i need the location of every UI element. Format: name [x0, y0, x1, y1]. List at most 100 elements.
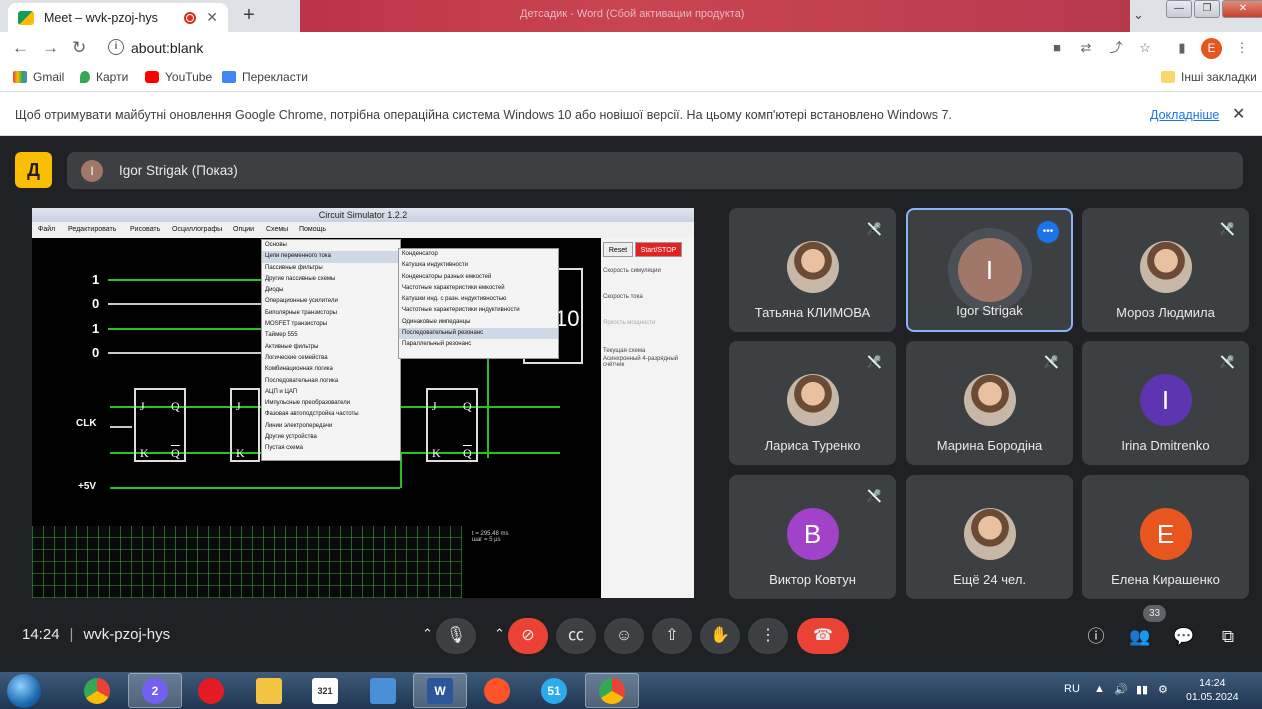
other-bookmarks[interactable]: Інші закладки	[1161, 70, 1257, 84]
presenter-avatar: I	[81, 160, 103, 182]
ac-submenu-item[interactable]: Конденсатор	[399, 249, 558, 260]
close-window-button[interactable]: ✕	[1222, 0, 1262, 18]
bookmark-youtube[interactable]: YouTube	[145, 70, 212, 84]
camera-off-button[interactable]: ⊘	[508, 618, 548, 654]
circuits-menu-item[interactable]: Импульсные преобразователи	[262, 398, 400, 409]
chat-icon[interactable]: 💬	[1173, 626, 1195, 648]
circuits-menu-item[interactable]: Цепи переменного тока	[262, 251, 400, 263]
raise-hand-button[interactable]: ✋	[700, 618, 740, 654]
circuits-menu-item[interactable]: Основы	[262, 240, 400, 251]
bookmark-translate[interactable]: Перекласти	[222, 70, 308, 84]
taskbar-telegram[interactable]: 51	[527, 673, 581, 708]
participant-tile[interactable]: E Елена Кирашенко	[1082, 475, 1249, 599]
back-button[interactable]: ←	[12, 38, 29, 58]
more-menu-icon[interactable]: ⋮	[1234, 41, 1250, 55]
shared-screen[interactable]: Circuit Simulator 1.2.2 Файл Редактирова…	[32, 208, 694, 598]
ac-submenu-item[interactable]: Катушки инд. с разн. индуктивностью	[399, 294, 558, 305]
taskbar-word[interactable]: W	[413, 673, 467, 708]
tab-meet[interactable]: Meet – wvk-pzoj-hys ✕	[8, 3, 228, 32]
ac-submenu-item[interactable]: Частотные характеристики емкостей	[399, 283, 558, 294]
tray-app-icon[interactable]: ⚙	[1158, 683, 1168, 696]
infobar-learn-more-link[interactable]: Докладніше	[1150, 108, 1219, 122]
site-info-icon[interactable]: i	[108, 39, 124, 55]
infobar-close-icon[interactable]: ✕	[1232, 104, 1245, 124]
circuits-menu-item[interactable]: Логические семейства	[262, 353, 400, 364]
participant-tile[interactable]: Татьяна КЛИМОВА 🎤	[729, 208, 896, 332]
more-options-button[interactable]: ⋮	[748, 618, 788, 654]
ac-submenu-item[interactable]: Параллельный резонанс	[399, 339, 558, 350]
ac-submenu-item[interactable]: Одинаковые импеданцы	[399, 317, 558, 328]
forward-button[interactable]: →	[42, 38, 59, 58]
taskbar-network[interactable]	[356, 673, 410, 708]
microphone-button[interactable]: 🎙	[436, 618, 476, 654]
circuits-menu-item[interactable]: Диоды	[262, 285, 400, 296]
bookmark-star-icon[interactable]: ☆	[1137, 41, 1153, 55]
circuits-menu-item[interactable]: Таймер 555	[262, 330, 400, 341]
circuits-menu-item[interactable]: Линии электропередачи	[262, 421, 400, 432]
taskbar-chrome[interactable]	[70, 673, 124, 708]
reload-button[interactable]: ↻	[72, 38, 86, 58]
sim-menu-help: Помощь	[299, 226, 327, 233]
language-indicator[interactable]: RU	[1064, 683, 1080, 695]
presentation-icon[interactable]: Д	[15, 152, 52, 188]
start-button[interactable]	[7, 674, 41, 708]
gmail-icon	[13, 71, 27, 83]
bookmark-maps[interactable]: Карти	[80, 70, 128, 84]
participant-tile[interactable]: Лариса Туренко 🎤	[729, 341, 896, 465]
bookmark-gmail[interactable]: Gmail	[13, 70, 64, 84]
participant-tile[interactable]: I Irina Dmitrenko 🎤	[1082, 341, 1249, 465]
participant-tile[interactable]: I Igor Strigak •••	[906, 208, 1073, 332]
activities-icon[interactable]: ⧉	[1217, 626, 1239, 648]
maximize-button[interactable]: ❐	[1194, 0, 1220, 18]
close-tab-icon[interactable]: ✕	[206, 9, 218, 26]
video-options-chevron-icon[interactable]: ⌃	[494, 626, 505, 642]
circuits-menu-item[interactable]: Биполярные транзисторы	[262, 308, 400, 319]
circuits-menu-item[interactable]: Активные фильтры	[262, 342, 400, 353]
circuits-menu-item[interactable]: Пассивные фильтры	[262, 263, 400, 274]
participant-tile[interactable]: Ещё 24 чел.	[906, 475, 1073, 599]
profile-avatar[interactable]: E	[1201, 38, 1222, 59]
taskbar-opera[interactable]	[184, 673, 238, 708]
ac-submenu-item[interactable]: Катушка индуктивности	[399, 260, 558, 271]
side-panel-icon[interactable]: ▮	[1174, 41, 1190, 55]
participant-tile[interactable]: B Виктор Ковтун 🎤	[729, 475, 896, 599]
circuits-menu-item[interactable]: MOSFET транзисторы	[262, 319, 400, 330]
taskbar-calendar[interactable]: 321	[298, 673, 352, 708]
participant-tile[interactable]: Мороз Людмила 🎤	[1082, 208, 1249, 332]
meeting-details-icon[interactable]: ⓘ	[1085, 626, 1107, 648]
circuits-menu-item[interactable]: Последовательная логика	[262, 376, 400, 387]
circuits-menu-item[interactable]: Другие пассивные схемы	[262, 274, 400, 285]
taskbar-viber[interactable]: 2	[128, 673, 182, 708]
circuits-menu-item[interactable]: АЦП и ЦАП	[262, 387, 400, 398]
taskbar-chrome-active[interactable]	[585, 673, 639, 708]
tab-search-chevron-icon[interactable]: ⌄	[1133, 7, 1144, 23]
reset-button[interactable]: Reset	[603, 242, 633, 257]
volume-icon[interactable]: 🔊	[1114, 683, 1128, 696]
captions-button[interactable]: ㏄	[556, 618, 596, 654]
audio-options-chevron-icon[interactable]: ⌃	[422, 626, 433, 642]
ac-submenu-item[interactable]: Конденсаторы разных емкостей	[399, 272, 558, 283]
circuits-menu-item[interactable]: Операционные усилители	[262, 296, 400, 307]
share-icon[interactable]: ⤴	[1108, 41, 1124, 55]
people-icon[interactable]: 👥	[1129, 626, 1151, 648]
emoji-button[interactable]: ☺	[604, 618, 644, 654]
present-button[interactable]: ⇧	[652, 618, 692, 654]
circuits-menu-item[interactable]: Другие устройства	[262, 432, 400, 443]
minimize-button[interactable]: —	[1166, 0, 1192, 18]
camera-icon[interactable]: ■	[1049, 41, 1065, 55]
start-stop-button[interactable]: Start/STOP	[635, 242, 682, 257]
ac-submenu-item[interactable]: Частотные характеристики индуктивности	[399, 305, 558, 316]
circuits-menu-item[interactable]: Пустая схема	[262, 443, 400, 454]
taskbar-brave[interactable]	[470, 673, 524, 708]
circuits-menu-item[interactable]: Фазовая автоподстройка частоты	[262, 409, 400, 420]
translate-icon[interactable]: ⇄	[1078, 41, 1094, 55]
new-tab-button[interactable]: +	[236, 5, 262, 27]
network-tray-icon[interactable]: ▮▮	[1136, 683, 1148, 696]
participant-tile[interactable]: Марина Бородіна 🎤	[906, 341, 1073, 465]
ac-submenu-item[interactable]: Последовательный резонанс	[399, 328, 558, 340]
taskbar-explorer[interactable]	[242, 673, 296, 708]
tray-arrow-icon[interactable]: ▲	[1094, 683, 1105, 695]
leave-call-button[interactable]: ☎	[797, 618, 849, 654]
circuits-menu-item[interactable]: Комбинационная логика	[262, 364, 400, 375]
taskbar-clock[interactable]: 14:24 01.05.2024	[1186, 676, 1239, 704]
